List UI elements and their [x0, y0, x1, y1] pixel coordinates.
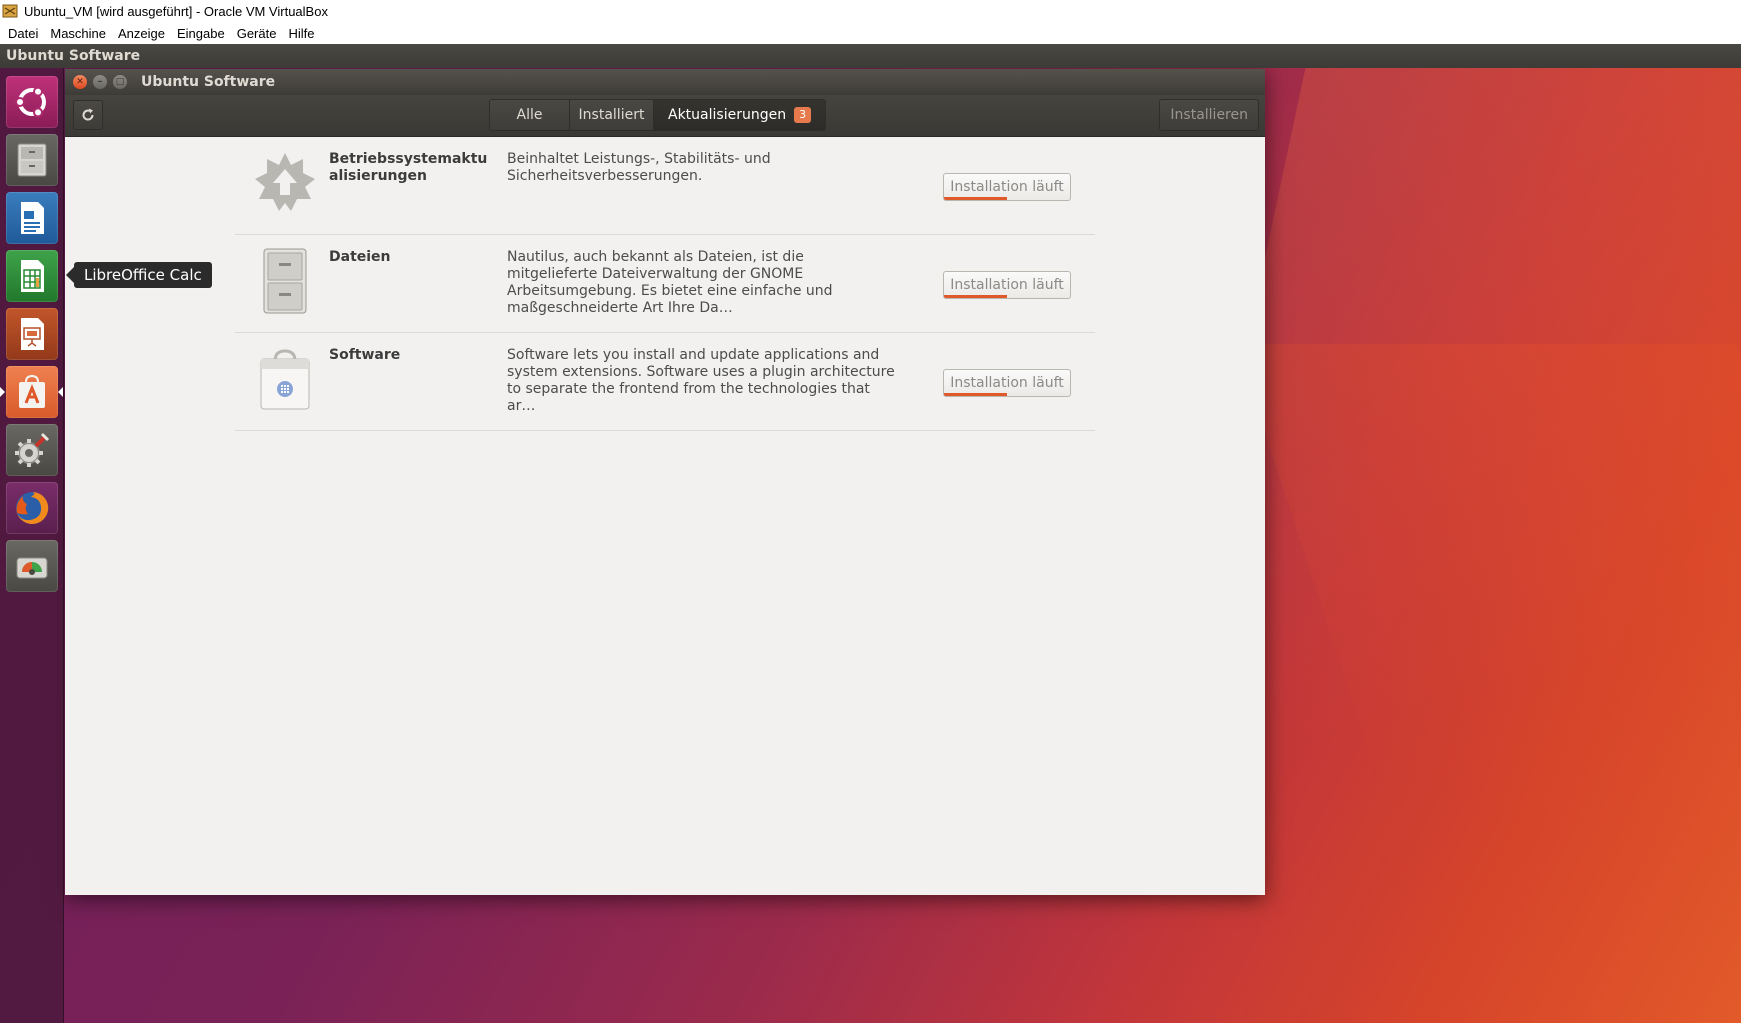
- tab-installiert[interactable]: Installiert: [570, 100, 654, 130]
- file-cabinet-icon: [253, 247, 317, 315]
- update-description: Nautilus, auch bekannt als Dateien, ist …: [507, 249, 833, 316]
- ubuntu-software-icon[interactable]: [6, 366, 58, 418]
- installation-running-button[interactable]: Installation läuft: [943, 173, 1071, 201]
- install-progress-bar: [944, 197, 1007, 200]
- installation-running-label: Installation läuft: [950, 277, 1064, 293]
- updates-list: Betriebssystemaktualisierungen Beinhalte…: [65, 137, 1265, 895]
- list-item: Dateien Nautilus, auch bekannt als Datei…: [235, 235, 1095, 333]
- install-all-button[interactable]: Installieren: [1159, 99, 1259, 131]
- view-tabs: Alle Installiert Aktualisierungen 3: [489, 99, 827, 131]
- header-bar: Alle Installiert Aktualisierungen 3 Inst…: [65, 95, 1265, 137]
- firefox-icon[interactable]: [6, 482, 58, 534]
- menu-geraete[interactable]: Geräte: [233, 26, 285, 41]
- virtualbox-icon: [2, 3, 18, 19]
- focused-app-indicator: [58, 387, 63, 397]
- menu-eingabe[interactable]: Eingabe: [173, 26, 233, 41]
- refresh-button[interactable]: [73, 100, 103, 130]
- tab-alle[interactable]: Alle: [490, 100, 570, 130]
- host-window-title: Ubuntu_VM [wird ausgeführt] - Oracle VM …: [24, 3, 328, 19]
- menu-maschine[interactable]: Maschine: [46, 26, 114, 41]
- installation-running-button[interactable]: Installation läuft: [943, 369, 1071, 397]
- installation-running-label: Installation läuft: [950, 179, 1064, 195]
- ubuntu-dash-icon[interactable]: [6, 76, 58, 128]
- update-name: Betriebssystemaktualisierungen: [329, 151, 488, 184]
- tab-aktualisierungen[interactable]: Aktualisierungen 3: [654, 100, 826, 130]
- active-app-indicator: [0, 387, 5, 397]
- window-title: Ubuntu Software: [141, 74, 276, 90]
- list-item: Betriebssystemaktualisierungen Beinhalte…: [235, 137, 1095, 235]
- update-description: Beinhaltet Leistungs-, Stabilitäts- und …: [507, 151, 771, 184]
- host-menu-bar: Datei Maschine Anzeige Eingabe Geräte Hi…: [0, 22, 1741, 44]
- menu-anzeige[interactable]: Anzeige: [114, 26, 173, 41]
- update-name: Dateien: [329, 249, 391, 265]
- window-maximize-button[interactable]: □: [113, 75, 127, 89]
- software-bag-icon: [253, 345, 317, 413]
- updates-count-badge: 3: [794, 107, 812, 123]
- menu-datei[interactable]: Datei: [4, 26, 46, 41]
- refresh-icon: [82, 108, 94, 121]
- disk-usage-icon[interactable]: [6, 540, 58, 592]
- tab-alle-label: Alle: [516, 107, 543, 123]
- install-progress-bar: [944, 295, 1007, 298]
- libreoffice-writer-icon[interactable]: [6, 192, 58, 244]
- tab-installiert-label: Installiert: [578, 107, 645, 123]
- top-panel-title: Ubuntu Software: [6, 48, 141, 64]
- libreoffice-calc-icon[interactable]: [6, 250, 58, 302]
- host-title-bar: Ubuntu_VM [wird ausgeführt] - Oracle VM …: [0, 0, 1741, 22]
- launcher-tooltip: LibreOffice Calc: [66, 262, 212, 288]
- window-close-button[interactable]: ✕: [73, 75, 87, 89]
- os-update-icon: [253, 149, 317, 217]
- menu-hilfe[interactable]: Hilfe: [284, 26, 322, 41]
- installation-running-label: Installation läuft: [950, 375, 1064, 391]
- unity-launcher: [0, 68, 64, 1023]
- update-name: Software: [329, 347, 401, 363]
- list-item: Software Software lets you install and u…: [235, 333, 1095, 431]
- update-description: Software lets you install and update app…: [507, 347, 895, 414]
- window-title-bar: ✕ – □ Ubuntu Software: [65, 69, 1265, 95]
- system-settings-icon[interactable]: [6, 424, 58, 476]
- install-progress-bar: [944, 393, 1007, 396]
- window-minimize-button[interactable]: –: [93, 75, 107, 89]
- vm-screen: Ubuntu Software LibreOffice Calc ✕ – □ U…: [0, 44, 1741, 1023]
- files-icon[interactable]: [6, 134, 58, 186]
- ubuntu-software-window: ✕ – □ Ubuntu Software Alle Installiert A…: [65, 69, 1265, 895]
- libreoffice-impress-icon[interactable]: [6, 308, 58, 360]
- installation-running-button[interactable]: Installation läuft: [943, 271, 1071, 299]
- ubuntu-top-panel: Ubuntu Software: [0, 44, 1741, 68]
- tab-aktualisierungen-label: Aktualisierungen: [668, 107, 787, 123]
